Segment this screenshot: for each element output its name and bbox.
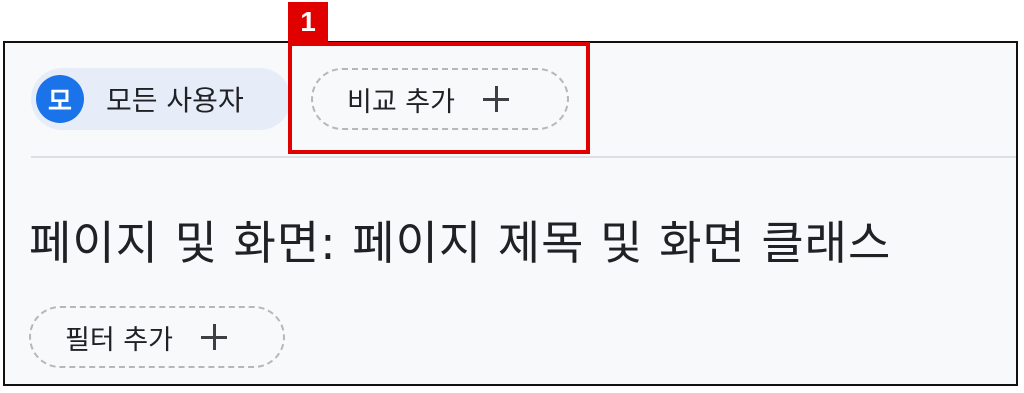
add-filter-label: 필터 추가 [65,324,173,356]
add-filter-button[interactable]: 필터 추가 [29,306,285,368]
page-title: 페이지 및 화면: 페이지 제목 및 화면 클래스 [29,216,892,270]
annotation-badge: 1 [288,2,328,42]
divider [31,156,1016,158]
plus-icon [200,324,227,350]
annotation-highlight-box [288,42,590,154]
all-users-segment-label: 모든 사용자 [106,84,244,117]
all-users-segment-chip[interactable]: 모 모든 사용자 [31,68,291,130]
segment-avatar: 모 [36,75,84,123]
